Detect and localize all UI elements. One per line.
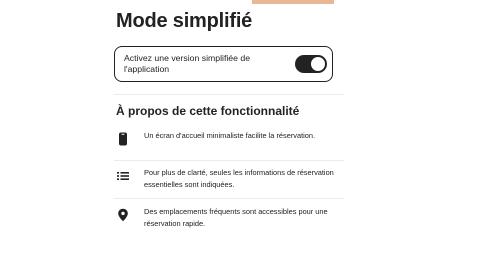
feature-divider (114, 160, 344, 161)
feature-divider (114, 198, 344, 199)
section-divider (114, 94, 344, 95)
page-title: Mode simplifié (116, 10, 253, 32)
top-accent-strip (252, 0, 334, 4)
toggle-label: Activez une version simplifiée de l'appl… (124, 53, 251, 74)
feature-item: Pour plus de clarté, seules les informat… (116, 167, 344, 197)
switch-knob (311, 57, 325, 71)
simplified-mode-toggle-card[interactable]: Activez une version simplifiée de l'appl… (114, 46, 333, 82)
simplified-mode-switch[interactable] (295, 55, 327, 73)
location-pin-icon (118, 208, 128, 222)
list-icon (117, 172, 129, 180)
top-edge (0, 0, 486, 4)
feature-item: Des emplacements fréquents sont accessib… (116, 206, 344, 236)
feature-text: Pour plus de clarté, seules les informat… (144, 168, 334, 189)
section-title: À propos de cette fonctionnalité (116, 104, 300, 118)
feature-text: Des emplacements fréquents sont accessib… (144, 207, 328, 228)
feature-text: Un écran d'accueil minimaliste facilite … (144, 131, 316, 140)
feature-item: Un écran d'accueil minimaliste facilite … (116, 130, 344, 160)
phone-icon (119, 132, 127, 146)
